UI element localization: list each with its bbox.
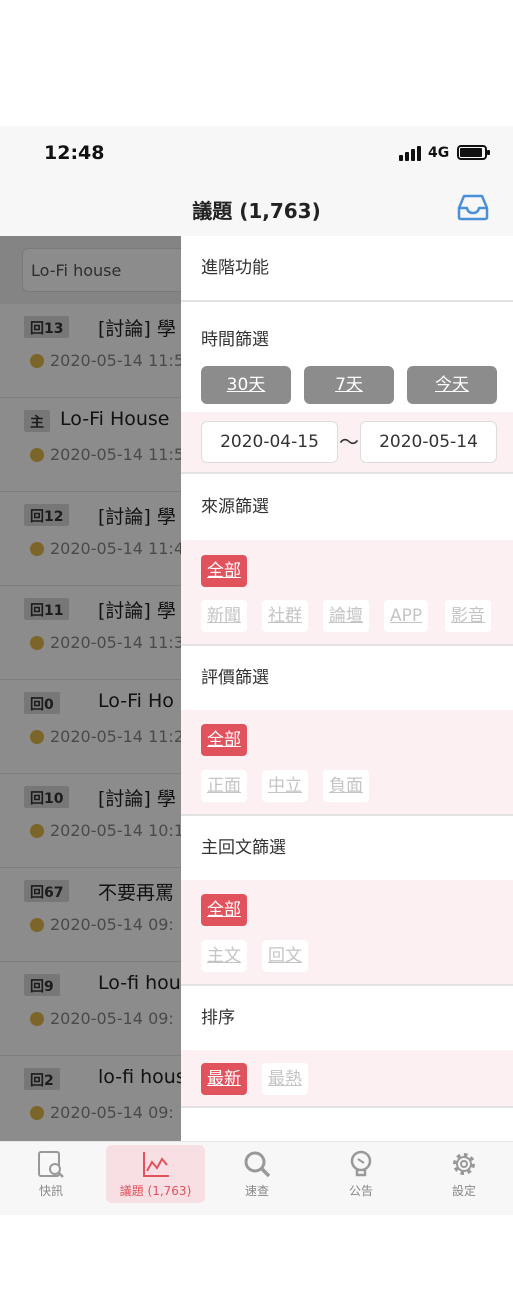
sort-latest-tag[interactable]: 最新: [201, 1063, 247, 1095]
dim-overlay[interactable]: [0, 236, 181, 1141]
filter-drawer: 進階功能 時間篩選 30天 7天 今天 2020-04-15 ～ 2020-05…: [181, 236, 513, 1141]
post-main-tag[interactable]: 主文: [201, 940, 247, 972]
source-filter-area: 全部 新聞 社群 論壇 APP 影音: [181, 540, 513, 644]
rating-all-tag[interactable]: 全部: [201, 724, 247, 756]
start-date-field[interactable]: 2020-04-15: [201, 421, 338, 463]
rating-filter-area: 全部 正面 中立 負面: [181, 710, 513, 814]
sort-heading: 排序: [181, 986, 513, 1050]
rating-filter-heading: 評價篩選: [181, 646, 513, 710]
end-date-field[interactable]: 2020-05-14: [360, 421, 497, 463]
time-range-row: 30天 7天 今天: [181, 350, 513, 412]
time-filter-heading: 時間篩選: [181, 302, 513, 350]
rating-neutral-tag[interactable]: 中立: [262, 770, 308, 802]
news-search-icon: [38, 1151, 64, 1178]
rating-positive-tag[interactable]: 正面: [201, 770, 247, 802]
tab-label: 公告: [348, 1184, 373, 1198]
divider: [181, 1106, 513, 1108]
post-reply-tag[interactable]: 回文: [262, 940, 308, 972]
phone-screen: 12:48 4G 議題 (1,763) Lo-Fi house 回13 [討論] …: [0, 126, 513, 1215]
chart-line-icon: [142, 1152, 169, 1177]
source-all-tag[interactable]: 全部: [201, 555, 247, 587]
advanced-heading: 進階功能: [181, 236, 513, 300]
tab-announcements[interactable]: 公告: [313, 1145, 409, 1203]
date-range-area: 2020-04-15 ～ 2020-05-14: [181, 412, 513, 472]
source-video-tag[interactable]: 影音: [445, 600, 491, 632]
range-30d-button[interactable]: 30天: [201, 366, 291, 404]
source-news-tag[interactable]: 新聞: [201, 600, 247, 632]
status-time: 12:48: [44, 142, 105, 164]
post-all-tag[interactable]: 全部: [201, 894, 247, 926]
sort-hottest-tag[interactable]: 最熱: [262, 1063, 308, 1095]
source-social-tag[interactable]: 社群: [262, 600, 308, 632]
page-title: 議題 (1,763): [192, 199, 321, 223]
tab-quick-search[interactable]: 速查: [209, 1145, 305, 1203]
post-filter-heading: 主回文篩選: [181, 816, 513, 880]
announcement-icon: [350, 1150, 372, 1177]
tab-topics[interactable]: 議題 (1,763): [106, 1145, 205, 1203]
tab-bar: 快訊 議題 (1,763) 速查 公告 設定: [0, 1141, 513, 1215]
sort-area: 最新 最熱: [181, 1050, 513, 1106]
tab-news[interactable]: 快訊: [3, 1145, 99, 1203]
range-7d-button[interactable]: 7天: [304, 366, 394, 404]
network-type: 4G: [428, 145, 450, 161]
post-filter-area: 全部 主文 回文: [181, 880, 513, 984]
tab-label: 速查: [244, 1184, 269, 1198]
gear-icon: [453, 1153, 475, 1175]
battery-icon: [457, 145, 490, 160]
rating-negative-tag[interactable]: 負面: [323, 770, 369, 802]
date-separator: ～: [339, 430, 359, 454]
source-forum-tag[interactable]: 論壇: [323, 600, 369, 632]
signal-icon: [399, 145, 423, 161]
tab-settings[interactable]: 設定: [416, 1145, 512, 1203]
tab-label: 議題 (1,763): [119, 1184, 192, 1198]
status-bar: 12:48 4G: [0, 126, 513, 180]
inbox-icon[interactable]: [455, 192, 491, 222]
range-today-button[interactable]: 今天: [407, 366, 497, 404]
nav-bar: 議題 (1,763): [0, 180, 513, 236]
source-filter-heading: 來源篩選: [181, 474, 513, 540]
magnifier-icon: [244, 1151, 271, 1178]
source-app-tag[interactable]: APP: [384, 600, 429, 632]
tab-label: 設定: [451, 1184, 476, 1198]
tab-label: 快訊: [38, 1184, 63, 1198]
